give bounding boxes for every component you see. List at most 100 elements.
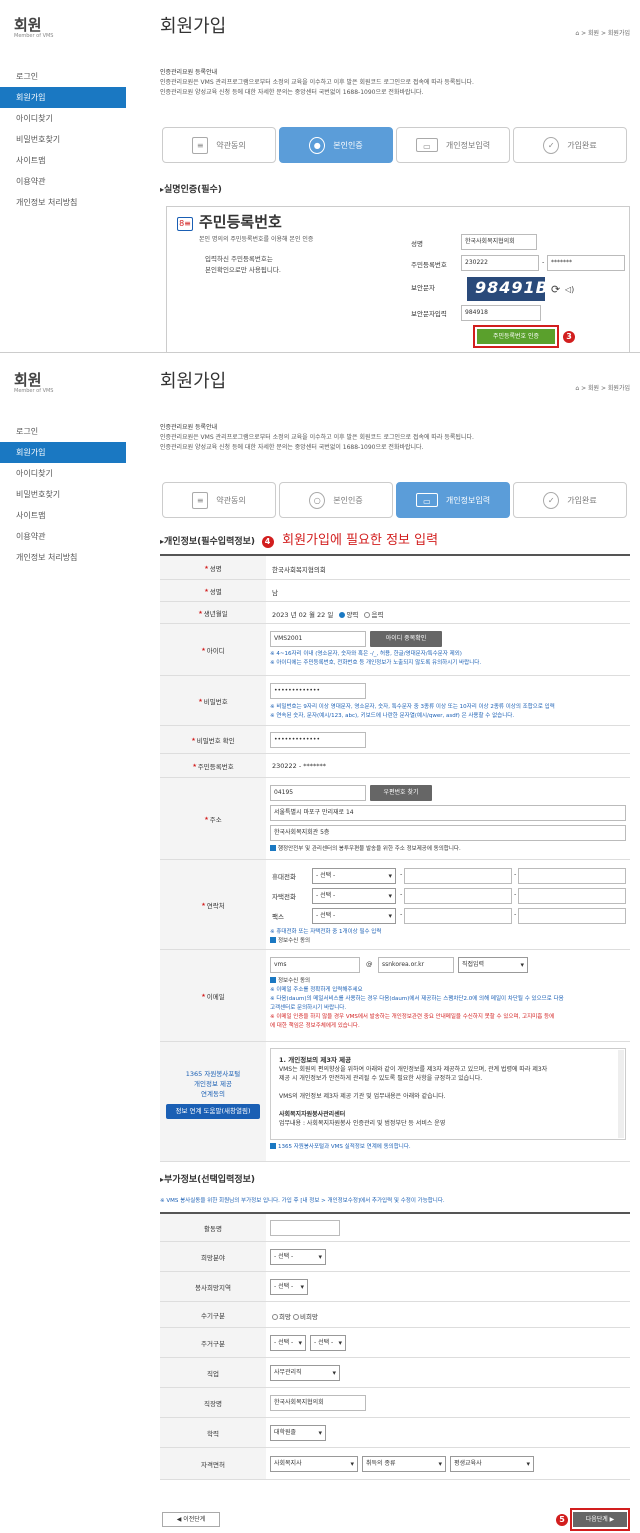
password-confirm-input[interactable]: ••••••••••••• — [270, 732, 366, 748]
sharing-consent[interactable]: 1365 자원봉사포털과 VMS 실적정보 연계에 동의합니다. — [270, 1143, 411, 1151]
sidebar-item-find-password[interactable]: 비밀번호찾기 — [0, 129, 126, 150]
fax-prefix-select[interactable]: - 선택 - — [312, 908, 396, 924]
sidebar-item-find-id[interactable]: 아이디찾기 — [0, 463, 126, 484]
address-consent[interactable]: 행정안전부 및 관리센터의 봉투우편물 발송을 위한 주소 정보제공에 동의합니… — [270, 845, 461, 853]
zipcode-input[interactable]: 04195 — [270, 785, 366, 801]
email-domain-input[interactable]: ssnkorea.or.kr — [378, 957, 454, 973]
home-prefix-select[interactable]: - 선택 - — [312, 888, 396, 904]
home-last-input[interactable] — [518, 888, 626, 904]
refresh-icon[interactable]: ⟳ — [551, 283, 560, 296]
sharing-terms-box[interactable]: 1. 개인정보의 제3자 제공 VMS는 회원의 편의향상을 위하여 아래와 같… — [270, 1048, 626, 1140]
record-yes-radio[interactable] — [272, 1314, 278, 1320]
form-row-record-type: 수기구분 희망 비희망 — [160, 1302, 630, 1328]
solar-radio[interactable] — [339, 612, 346, 618]
password-input[interactable]: ••••••••••••• — [270, 683, 366, 699]
sidebar-item-login[interactable]: 로그인 — [0, 66, 126, 87]
password-hint: ※ 연속된 숫자, 문자(예시/123, abc), 키보드에 나란한 문자열(… — [270, 713, 515, 719]
activity-name-input[interactable] — [270, 1220, 340, 1236]
lunar-radio[interactable] — [364, 612, 371, 618]
sidebar-item-signup[interactable]: 회원가입 — [0, 442, 126, 463]
section-title-auth: 실명인증(필수) — [160, 182, 222, 195]
sidebar-item-login[interactable]: 로그인 — [0, 421, 126, 442]
captcha-label: 보안문자 — [411, 284, 435, 292]
mobile-last-input[interactable] — [518, 868, 626, 884]
rrn-front-input[interactable]: 230222 — [461, 255, 539, 271]
rrn-back-input[interactable]: ******* — [547, 255, 625, 271]
password-hint: ※ 비밀번호는 9자리 이상 영대문자, 영소문자, 숫자, 특수문자 중 3종… — [270, 704, 555, 710]
step-progress: ≡ 약관동의 ● 본인인증 ▭ 개인정보입력 ✓ 가입완료 — [162, 127, 628, 163]
sidebar-subtitle: Member of VMS — [14, 33, 54, 39]
rrn-verify-button[interactable]: 주민등록번호 인증 — [477, 329, 555, 344]
consent-text: 행정안전부 및 관리센터의 봉투우편물 발송을 위한 주소 정보제공에 동의합니… — [278, 846, 461, 852]
prev-step-button[interactable]: ◀ 이전단계 — [162, 1512, 220, 1527]
form-label: 주거구분 — [160, 1328, 266, 1357]
intro-text: 인증관리요원 등록안내 인증관리요원은 VMS 관리프로그램으로부터 소정의 교… — [160, 423, 630, 453]
email-id-input[interactable]: vms — [270, 957, 360, 973]
fax-last-input[interactable] — [518, 908, 626, 924]
education-select[interactable]: 대학원졸 — [270, 1425, 326, 1441]
email-domain-select[interactable]: 직접입력 — [458, 957, 528, 973]
speaker-icon[interactable]: ◁) — [565, 285, 574, 294]
workplace-input[interactable]: 한국사회복지협의회 — [270, 1395, 366, 1411]
sidebar-item-privacy[interactable]: 개인정보 처리방침 — [0, 547, 126, 568]
interest-select[interactable]: - 선택 - — [270, 1249, 326, 1265]
license-select-2[interactable]: 취득의 종류 — [362, 1456, 446, 1472]
address1-input[interactable]: 서울특별시 마포구 만리재로 14 — [270, 805, 626, 821]
address2-input[interactable]: 한국사회복지회관 5층 — [270, 825, 626, 841]
region-select[interactable]: - 선택 - — [270, 1279, 308, 1295]
signup-screenshot-panel: 회원 Member of VMS 로그인 회원가입 아이디찾기 비밀번호찾기 사… — [0, 355, 640, 1533]
sidebar-item-find-id[interactable]: 아이디찾기 — [0, 108, 126, 129]
record-no-radio[interactable] — [293, 1314, 300, 1320]
form-row-job: 직업 사무관리직 — [160, 1358, 630, 1388]
job-select[interactable]: 사무관리직 — [270, 1365, 340, 1381]
email-hint: ※ 이메일 주소를 정확하게 입력해주세요 — [270, 987, 363, 993]
license-select-1[interactable]: 사회복지사 — [270, 1456, 358, 1472]
zipcode-search-button[interactable]: 우편번호 찾기 — [370, 785, 432, 801]
form-label: ★ 연락처 — [160, 860, 266, 949]
label-text: 성명 — [209, 564, 222, 573]
name-input[interactable]: 한국사회복지협의회 — [461, 234, 537, 250]
form-row-region: 봉사희망지역 - 선택 - — [160, 1272, 630, 1302]
home-middle-input[interactable] — [404, 888, 512, 904]
label-text: 연계동의 — [201, 1090, 225, 1098]
sharing-help-button[interactable]: 정보 연계 도움말(새창열림) — [166, 1104, 260, 1119]
fax-middle-input[interactable] — [404, 908, 512, 924]
email-warning: ※ 이메일 인증을 하지 않을 경우 VMS에서 발송하는 개인정보관련 중요 … — [270, 1014, 555, 1020]
mobile-middle-input[interactable] — [404, 868, 512, 884]
sidebar-item-terms[interactable]: 이용약관 — [0, 171, 126, 192]
required-icon: ★ — [204, 815, 209, 822]
id-duplicate-check-button[interactable]: 아이디 중복확인 — [370, 631, 442, 647]
step-personal-info: ▭ 개인정보입력 — [396, 127, 510, 163]
captcha-input[interactable]: 984918 — [461, 305, 541, 321]
mobile-prefix-select[interactable]: - 선택 - — [312, 868, 396, 884]
consent-text: 1365 자원봉사포털과 VMS 실적정보 연계에 동의합니다. — [278, 1144, 411, 1150]
radio-label: 비희망 — [300, 1313, 318, 1321]
sidebar-item-terms[interactable]: 이용약관 — [0, 526, 126, 547]
contact-consent[interactable]: 정보수신 동의 — [270, 937, 310, 945]
sidebar-item-privacy[interactable]: 개인정보 처리방침 — [0, 192, 126, 213]
monitor-icon: ▭ — [415, 138, 438, 152]
scrollbar[interactable] — [618, 1050, 624, 1138]
form-row-rrn: ★ 주민등록번호 230222 - ******* — [160, 754, 630, 778]
license-select-3[interactable]: 평생교육사 — [450, 1456, 534, 1472]
terms-line: VMS의 개인정보 제3자 제공 기관 및 업무내용은 아래와 같습니다. — [279, 1093, 446, 1100]
sidebar-item-sitemap[interactable]: 사이트맵 — [0, 150, 126, 171]
residence-select-1[interactable]: - 선택 - — [270, 1335, 306, 1351]
label-text: 성별 — [209, 587, 222, 596]
home-phone-label: 자택전화 — [272, 893, 296, 901]
label-text: 연락처 — [206, 901, 225, 910]
step-progress: ≡ 약관동의 ○ 본인인증 ▭ 개인정보입력 ✓ 가입완료 — [162, 482, 628, 518]
extra-form: 활동명 희망분야 - 선택 - 봉사희망지역 - 선택 - 수기구분 희망 비희… — [160, 1212, 630, 1480]
form-label: 직업 — [160, 1358, 266, 1387]
form-label: ★ 비밀번호 확인 — [160, 726, 266, 753]
next-step-button[interactable]: 다음단계 ▶ — [573, 1512, 627, 1527]
sidebar-item-signup[interactable]: 회원가입 — [0, 87, 126, 108]
captcha-image: 98491B — [467, 277, 545, 301]
id-input[interactable]: VMS2001 — [270, 631, 366, 647]
sidebar-item-sitemap[interactable]: 사이트맵 — [0, 505, 126, 526]
residence-select-2[interactable]: - 선택 - — [310, 1335, 346, 1351]
form-row-residence: 주거구분 - 선택 - - 선택 - — [160, 1328, 630, 1358]
sidebar-item-find-password[interactable]: 비밀번호찾기 — [0, 484, 126, 505]
email-consent[interactable]: 정보수신 동의 — [270, 977, 310, 985]
step-label: 약관동의 — [216, 495, 246, 505]
